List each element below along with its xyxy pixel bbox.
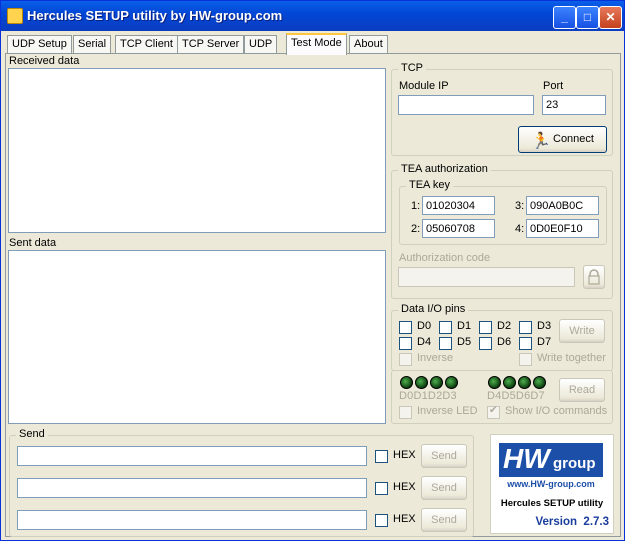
led-d3 (445, 376, 458, 389)
hex-label-1: HEX (393, 449, 416, 461)
pin-d0-label: D0 (417, 320, 432, 332)
running-man-icon: 🏃 (531, 133, 551, 150)
led-labels-left: D0D1D2D3 (399, 390, 457, 402)
led-labels-right: D4D5D6D7 (487, 390, 545, 402)
tab-udp-setup[interactable]: UDP Setup (7, 35, 72, 53)
pin-d5-checkbox[interactable] (439, 337, 452, 350)
tab-tcp-server[interactable]: TCP Server (177, 35, 245, 53)
authorization-code-label: Authorization code (399, 252, 491, 264)
dio-group-title: Data I/O pins (398, 303, 469, 315)
received-data-area[interactable] (8, 68, 386, 233)
send-input-2[interactable] (17, 478, 367, 498)
logo-product-name: Hercules SETUP utility (500, 498, 604, 509)
send-input-3[interactable] (17, 510, 367, 530)
minimize-button[interactable]: _ (553, 6, 576, 29)
tcp-group-title: TCP (398, 62, 426, 74)
led-d2 (430, 376, 443, 389)
sent-data-label: Sent data (9, 237, 57, 249)
pin-d1-checkbox[interactable] (439, 321, 452, 334)
read-button[interactable]: Read (559, 378, 605, 402)
port-label: Port (543, 80, 564, 92)
pin-d0-checkbox[interactable] (399, 321, 412, 334)
led-d7 (533, 376, 546, 389)
tab-test-mode[interactable]: Test Mode (286, 33, 347, 55)
tea-key2-label: 2: (411, 223, 421, 235)
inverse-led-label: Inverse LED (417, 405, 478, 417)
pin-d3-checkbox[interactable] (519, 321, 532, 334)
write-together-label: Write together (537, 352, 606, 364)
pin-d7-label: D7 (537, 336, 552, 348)
write-together-checkbox[interactable] (519, 353, 532, 366)
led-d0 (400, 376, 413, 389)
hex-label-3: HEX (393, 513, 416, 525)
tea-key4-input[interactable]: 0D0E0F10 (526, 219, 599, 238)
sent-data-area[interactable] (8, 250, 386, 424)
pin-d4-checkbox[interactable] (399, 337, 412, 350)
pin-d5-label: D5 (457, 336, 472, 348)
logo-group-text: group (553, 455, 596, 472)
lock-button[interactable] (583, 265, 605, 289)
tea-key1-label: 1: (411, 200, 421, 212)
hex-checkbox-1[interactable] (375, 450, 388, 463)
show-io-commands-label: Show I/O commands (505, 405, 608, 417)
pin-d6-checkbox[interactable] (479, 337, 492, 350)
received-data-label: Received data (9, 55, 80, 67)
module-ip-input[interactable] (398, 95, 534, 115)
tab-tcp-client[interactable]: TCP Client (115, 35, 178, 53)
led-d5 (503, 376, 516, 389)
hw-group-logo: HW group www.HW-group.com Hercules SETUP… (490, 434, 614, 534)
pin-d2-label: D2 (497, 320, 512, 332)
send-input-1[interactable] (17, 446, 367, 466)
pin-d4-label: D4 (417, 336, 432, 348)
main-window: Hercules SETUP utility by HW-group.com _… (0, 0, 625, 541)
tab-about[interactable]: About (349, 35, 388, 53)
tea-key1-input[interactable]: 01020304 (422, 196, 495, 215)
hex-checkbox-2[interactable] (375, 482, 388, 495)
logo-version: Version 2.7.3 (535, 516, 609, 528)
tab-serial[interactable]: Serial (73, 35, 112, 53)
inverse-led-checkbox[interactable] (399, 406, 412, 419)
send-group-title: Send (16, 428, 48, 440)
tea-key-title: TEA key (406, 179, 453, 191)
title-bar[interactable]: Hercules SETUP utility by HW-group.com _… (1, 1, 624, 31)
send-button-2[interactable]: Send (421, 476, 467, 500)
inverse-checkbox[interactable] (399, 353, 412, 366)
send-button-3[interactable]: Send (421, 508, 467, 532)
hex-label-2: HEX (393, 481, 416, 493)
tea-key3-label: 3: (515, 200, 525, 212)
authorization-code-input[interactable] (398, 267, 575, 287)
pin-d7-checkbox[interactable] (519, 337, 532, 350)
maximize-button[interactable]: □ (576, 6, 599, 29)
tea-key2-input[interactable]: 05060708 (422, 219, 495, 238)
logo-url: www.HW-group.com (507, 479, 595, 489)
tea-key4-label: 4: (515, 223, 525, 235)
inverse-label: Inverse (417, 352, 454, 364)
led-d1 (415, 376, 428, 389)
connect-label: Connect (553, 133, 594, 145)
port-input[interactable]: 23 (542, 95, 606, 115)
pin-d6-label: D6 (497, 336, 512, 348)
app-icon (7, 8, 23, 24)
show-io-commands-checkbox[interactable]: ✔ (487, 405, 500, 419)
led-d6 (518, 376, 531, 389)
pin-d3-label: D3 (537, 320, 552, 332)
hex-checkbox-3[interactable] (375, 514, 388, 527)
module-ip-label: Module IP (399, 80, 449, 92)
connect-button[interactable]: 🏃 Connect (518, 126, 607, 153)
write-button[interactable]: Write (559, 319, 605, 343)
tab-udp[interactable]: UDP (244, 35, 278, 53)
window-title: Hercules SETUP utility by HW-group.com (27, 8, 283, 23)
pin-d2-checkbox[interactable] (479, 321, 492, 334)
logo-hw-text: HW (503, 443, 550, 474)
pin-d1-label: D1 (457, 320, 472, 332)
tea-key3-input[interactable]: 090A0B0C (526, 196, 599, 215)
padlock-icon (588, 269, 600, 285)
close-button[interactable]: ✕ (599, 6, 622, 29)
logo-banner: HW group (499, 443, 603, 477)
send-button-1[interactable]: Send (421, 444, 467, 468)
led-d4 (488, 376, 501, 389)
tea-group-title: TEA authorization (398, 163, 491, 175)
